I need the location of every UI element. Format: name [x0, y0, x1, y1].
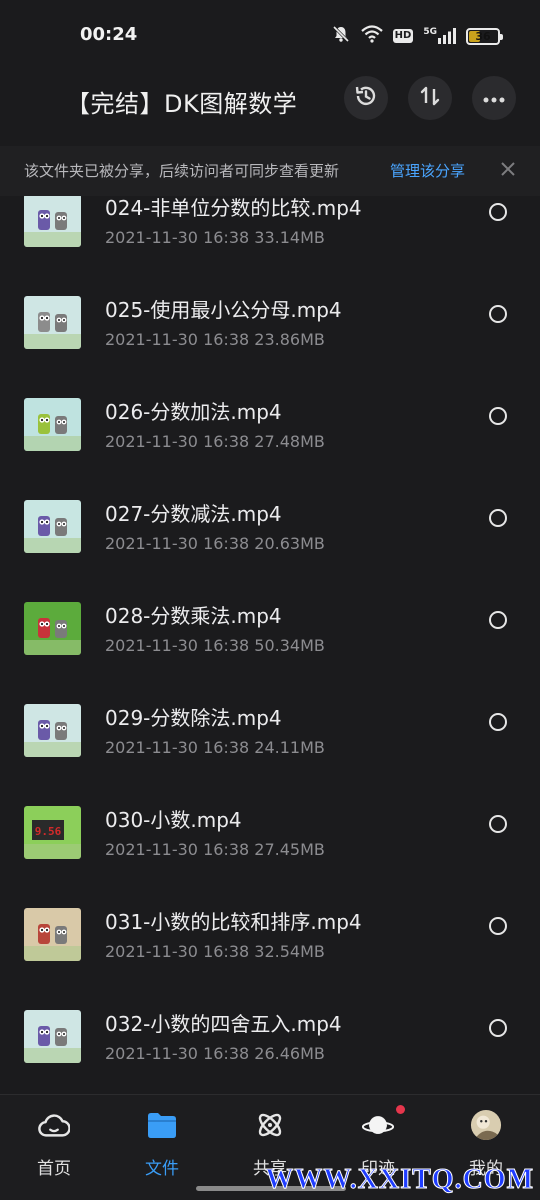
manage-share-link[interactable]: 管理该分享 [390, 160, 465, 181]
status-bar: 00:24 HD 5G 36 [0, 0, 540, 72]
more-button[interactable] [472, 76, 516, 120]
notification-badge [396, 1105, 405, 1114]
file-row[interactable]: 026-分数加法.mp4 2021-11-30 16:38 27.48MB [0, 398, 540, 500]
file-row[interactable]: 9.56 030-小数.mp4 2021-11-30 16:38 27.45MB [0, 806, 540, 908]
nav-files-label: 文件 [145, 1159, 179, 1179]
file-meta: 2021-11-30 16:38 33.14MB [105, 228, 325, 247]
video-thumbnail [24, 602, 81, 655]
hd-badge: HD [392, 29, 414, 43]
select-radio[interactable] [489, 1019, 507, 1037]
history-icon [353, 83, 379, 113]
mute-bell-icon [331, 24, 351, 48]
file-row[interactable]: 028-分数乘法.mp4 2021-11-30 16:38 50.34MB [0, 602, 540, 704]
video-thumbnail [24, 398, 81, 451]
select-radio[interactable] [489, 815, 507, 833]
file-meta: 2021-11-30 16:38 27.48MB [105, 432, 325, 451]
video-thumbnail [24, 500, 81, 553]
select-radio[interactable] [489, 509, 507, 527]
file-meta: 2021-11-30 16:38 20.63MB [105, 534, 325, 553]
file-list: 024-非单位分数的比较.mp4 2021-11-30 16:38 33.14MB… [0, 196, 540, 1094]
planet-icon [362, 1109, 394, 1141]
cloud-home-icon [38, 1109, 70, 1141]
video-thumbnail [24, 196, 81, 247]
file-name: 031-小数的比较和排序.mp4 [105, 910, 362, 934]
file-meta: 2021-11-30 16:38 23.86MB [105, 330, 325, 349]
file-name: 029-分数除法.mp4 [105, 706, 282, 730]
more-icon [482, 89, 506, 108]
video-thumbnail: 9.56 [24, 806, 81, 859]
nav-files[interactable]: 文件 [108, 1095, 216, 1200]
file-meta: 2021-11-30 16:38 27.45MB [105, 840, 325, 859]
file-name: 026-分数加法.mp4 [105, 400, 282, 424]
title-bar: 【完结】DK图解数学 [0, 72, 540, 134]
select-radio[interactable] [489, 917, 507, 935]
sort-button[interactable] [408, 76, 452, 120]
file-meta: 2021-11-30 16:38 50.34MB [105, 636, 325, 655]
close-icon [501, 161, 515, 180]
watermark: WWW.XXITQ.COM [265, 1164, 534, 1196]
file-row[interactable]: 025-使用最小公分母.mp4 2021-11-30 16:38 23.86MB [0, 296, 540, 398]
file-name: 024-非单位分数的比较.mp4 [105, 196, 362, 220]
wifi-icon [360, 25, 383, 47]
select-radio[interactable] [489, 203, 507, 221]
atom-share-icon [254, 1109, 286, 1141]
file-row[interactable]: 032-小数的四舍五入.mp4 2021-11-30 16:38 26.46MB [0, 1010, 540, 1094]
close-banner-button[interactable] [496, 158, 520, 182]
history-button[interactable] [344, 76, 388, 120]
svg-text:9.56: 9.56 [35, 825, 62, 838]
battery-icon: 36 [466, 27, 503, 45]
file-row[interactable]: 029-分数除法.mp4 2021-11-30 16:38 24.11MB [0, 704, 540, 806]
file-name: 028-分数乘法.mp4 [105, 604, 282, 628]
sort-icon [418, 84, 442, 112]
file-name: 025-使用最小公分母.mp4 [105, 298, 342, 322]
file-meta: 2021-11-30 16:38 26.46MB [105, 1044, 325, 1063]
share-banner-text: 该文件夹已被分享，后续访问者可同步查看更新 [24, 162, 340, 180]
folder-icon [146, 1109, 178, 1141]
file-row[interactable]: 024-非单位分数的比较.mp4 2021-11-30 16:38 33.14MB [0, 196, 540, 296]
file-meta: 2021-11-30 16:38 32.54MB [105, 942, 325, 961]
nav-home-label: 首页 [37, 1159, 71, 1179]
status-icons: HD 5G 36 [331, 24, 503, 48]
share-banner: 该文件夹已被分享，后续访问者可同步查看更新 管理该分享 [0, 146, 540, 196]
file-name: 030-小数.mp4 [105, 808, 242, 832]
battery-percent: 36 [475, 29, 491, 43]
file-meta: 2021-11-30 16:38 24.11MB [105, 738, 325, 757]
file-name: 032-小数的四舍五入.mp4 [105, 1012, 342, 1036]
signal-5g-icon: 5G [423, 28, 456, 44]
video-thumbnail [24, 704, 81, 757]
file-row[interactable]: 027-分数减法.mp4 2021-11-30 16:38 20.63MB [0, 500, 540, 602]
network-label: 5G [423, 27, 437, 37]
folder-title: 【完结】DK图解数学 [66, 90, 298, 118]
avatar-icon [470, 1109, 502, 1141]
select-radio[interactable] [489, 713, 507, 731]
file-row[interactable]: 031-小数的比较和排序.mp4 2021-11-30 16:38 32.54MB [0, 908, 540, 1010]
video-thumbnail [24, 296, 81, 349]
video-thumbnail [24, 908, 81, 961]
select-radio[interactable] [489, 611, 507, 629]
select-radio[interactable] [489, 407, 507, 425]
nav-home[interactable]: 首页 [0, 1095, 108, 1200]
video-thumbnail [24, 1010, 81, 1063]
select-radio[interactable] [489, 305, 507, 323]
file-name: 027-分数减法.mp4 [105, 502, 282, 526]
status-time: 00:24 [80, 24, 138, 45]
